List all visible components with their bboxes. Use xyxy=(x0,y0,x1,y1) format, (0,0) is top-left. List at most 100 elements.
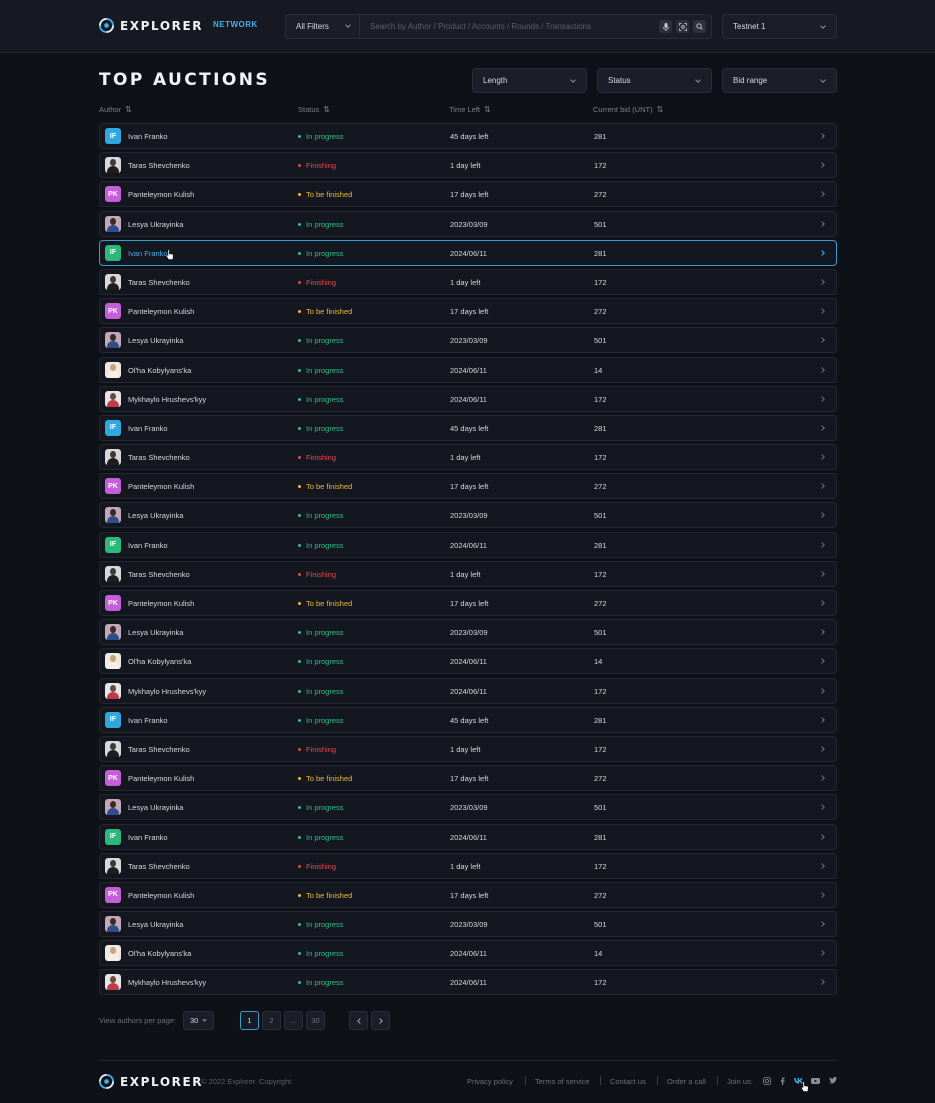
author-name[interactable]: Taras Shevchenko xyxy=(128,161,190,170)
author-name[interactable]: Lesya Ukrayinka xyxy=(128,511,183,520)
chevron-right-icon[interactable] xyxy=(819,716,825,723)
chevron-right-icon[interactable] xyxy=(819,512,825,519)
author-name[interactable]: Lesya Ukrayinka xyxy=(128,628,183,637)
instagram-icon[interactable] xyxy=(762,1076,771,1085)
table-row[interactable]: IF Ivan Franko In progress 2024/06/11 281 xyxy=(99,239,837,266)
table-row[interactable]: Lesya Ukrayinka In progress 2023/03/09 501 xyxy=(99,502,837,529)
page-button-2[interactable]: 2 xyxy=(262,1011,281,1030)
column-header-current-bid[interactable]: Current bid (UNT) ⇅ xyxy=(593,105,663,114)
chevron-right-icon[interactable] xyxy=(819,133,825,139)
author-name[interactable]: Ivan Franko xyxy=(128,833,168,842)
table-row[interactable]: Ol'ha Kobylyans'ka In progress 2024/06/11 1… xyxy=(99,940,837,967)
bid-range-filter-select[interactable]: Bid range xyxy=(722,68,837,93)
per-page-select[interactable]: 30 xyxy=(183,1011,214,1030)
chevron-right-icon[interactable] xyxy=(819,862,825,869)
network-select[interactable]: Testnet 1 xyxy=(722,14,837,39)
nav-network-link[interactable]: NETWORK xyxy=(213,20,258,29)
author-name[interactable]: Taras Shevchenko xyxy=(128,453,190,462)
author-name[interactable]: Mykhaylo Hrushevs'kyy xyxy=(128,978,206,987)
author-name[interactable]: Lesya Ukrayinka xyxy=(128,220,183,229)
chevron-right-icon[interactable] xyxy=(819,600,825,606)
microphone-icon[interactable] xyxy=(659,20,672,33)
youtube-icon[interactable] xyxy=(811,1076,820,1085)
chevron-right-icon[interactable] xyxy=(819,162,825,169)
page-button-1[interactable]: 1 xyxy=(240,1011,259,1030)
chevron-right-icon[interactable] xyxy=(819,775,825,781)
author-name[interactable]: Taras Shevchenko xyxy=(128,570,190,579)
author-name[interactable]: Panteleymon Kulish xyxy=(128,190,194,199)
table-row[interactable]: PK Panteleymon Kulish To be finished 17 day… xyxy=(99,473,837,500)
table-row[interactable]: PK Panteleymon Kulish To be finished 17 day… xyxy=(99,181,837,208)
chevron-right-icon[interactable] xyxy=(819,804,825,811)
author-name[interactable]: Ivan Franko xyxy=(128,249,168,258)
table-row[interactable]: IF Ivan Franko In progress 45 days left 281 xyxy=(99,706,837,733)
privacy-policy-link[interactable]: Privacy policy xyxy=(467,1077,513,1086)
author-name[interactable]: Lesya Ukrayinka xyxy=(128,920,183,929)
all-filters-select[interactable]: All Filters xyxy=(286,15,360,38)
search-input[interactable] xyxy=(370,15,650,38)
column-header-status[interactable]: Status ⇅ xyxy=(298,105,330,114)
table-row[interactable]: Ol'ha Kobylyans'ka In progress 2024/06/11 1… xyxy=(99,648,837,675)
scan-icon[interactable] xyxy=(676,20,689,33)
author-name[interactable]: Ivan Franko xyxy=(128,541,168,550)
table-row[interactable]: PK Panteleymon Kulish To be finished 17 day… xyxy=(99,590,837,616)
chevron-right-icon[interactable] xyxy=(819,425,825,431)
author-name[interactable]: Panteleymon Kulish xyxy=(128,482,194,491)
author-name[interactable]: Taras Shevchenko xyxy=(128,745,190,754)
chevron-right-icon[interactable] xyxy=(819,570,825,577)
page-button-30[interactable]: 30 xyxy=(306,1011,325,1030)
chevron-right-icon[interactable] xyxy=(819,454,825,460)
author-name[interactable]: Panteleymon Kulish xyxy=(128,599,194,608)
chevron-right-icon[interactable] xyxy=(819,308,825,314)
chevron-right-icon[interactable] xyxy=(819,892,825,898)
chevron-right-icon[interactable] xyxy=(819,629,825,636)
table-row[interactable]: Lesya Ukrayinka In progress 2023/03/09 501 xyxy=(99,619,837,646)
table-row[interactable]: Lesya Ukrayinka In progress 2023/03/09 501 xyxy=(99,911,837,938)
chevron-right-icon[interactable] xyxy=(819,979,825,986)
next-page-button[interactable] xyxy=(371,1011,390,1030)
chevron-right-icon[interactable] xyxy=(819,366,825,373)
author-name[interactable]: Panteleymon Kulish xyxy=(128,891,194,900)
author-name[interactable]: Taras Shevchenko xyxy=(128,862,190,871)
table-row[interactable]: Mykhaylo Hrushevs'kyy In progress 2024/06/… xyxy=(99,969,837,996)
status-filter-select[interactable]: Status xyxy=(597,68,712,93)
logo[interactable]: EXPLORER xyxy=(99,18,203,33)
table-row[interactable]: IF Ivan Franko In progress 45 days left 281 xyxy=(99,414,837,441)
author-name[interactable]: Mykhaylo Hrushevs'kyy xyxy=(128,395,206,404)
prev-page-button[interactable] xyxy=(349,1011,368,1030)
search-icon[interactable] xyxy=(693,20,706,33)
author-name[interactable]: Ivan Franko xyxy=(128,716,168,725)
order-a-call-link[interactable]: Order a call xyxy=(667,1077,706,1086)
chevron-right-icon[interactable] xyxy=(819,950,825,957)
author-name[interactable]: Taras Shevchenko xyxy=(128,278,190,287)
table-row[interactable]: Taras Shevchenko Finishing 1 day left 172 xyxy=(99,444,837,471)
table-row[interactable]: IF Ivan Franko In progress 45 days left 281 xyxy=(99,123,837,149)
table-row[interactable]: Taras Shevchenko Finishing 1 day left 172 xyxy=(99,560,837,587)
table-row[interactable]: PK Panteleymon Kulish To be finished 17 day… xyxy=(99,298,837,325)
terms-of-service-link[interactable]: Terms of service xyxy=(535,1077,590,1086)
table-row[interactable]: Taras Shevchenko Finishing 1 day left 172 xyxy=(99,735,837,762)
chevron-right-icon[interactable] xyxy=(819,249,825,256)
table-row[interactable]: Taras Shevchenko Finishing 1 day left 172 xyxy=(99,152,837,179)
column-header-author[interactable]: Author ⇅ xyxy=(99,105,132,114)
chevron-right-icon[interactable] xyxy=(819,658,825,665)
author-name[interactable]: Ivan Franko xyxy=(128,132,168,141)
table-row[interactable]: Lesya Ukrayinka In progress 2023/03/09 501 xyxy=(99,327,837,354)
chevron-right-icon[interactable] xyxy=(819,746,825,752)
table-row[interactable]: Taras Shevchenko Finishing 1 day left 172 xyxy=(99,852,837,879)
footer-logo[interactable]: EXPLORER xyxy=(99,1074,203,1089)
author-name[interactable]: Panteleymon Kulish xyxy=(128,774,194,783)
table-row[interactable]: Mykhaylo Hrushevs'kyy In progress 2024/06/… xyxy=(99,677,837,704)
length-filter-select[interactable]: Length xyxy=(472,68,587,93)
chevron-right-icon[interactable] xyxy=(819,279,825,285)
author-name[interactable]: Ol'ha Kobylyans'ka xyxy=(128,366,191,375)
table-row[interactable]: Lesya Ukrayinka In progress 2023/03/09 501 xyxy=(99,794,837,821)
chevron-right-icon[interactable] xyxy=(819,921,825,927)
author-name[interactable]: Ol'ha Kobylyans'ka xyxy=(128,657,191,666)
contact-us-link[interactable]: Contact us xyxy=(610,1077,646,1086)
chevron-right-icon[interactable] xyxy=(819,687,825,694)
chevron-right-icon[interactable] xyxy=(819,483,825,490)
table-row[interactable]: IF Ivan Franko In progress 2024/06/11 281 xyxy=(99,531,837,558)
table-row[interactable]: Mykhaylo Hrushevs'kyy In progress 2024/06/… xyxy=(99,385,837,412)
chevron-right-icon[interactable] xyxy=(819,191,825,198)
